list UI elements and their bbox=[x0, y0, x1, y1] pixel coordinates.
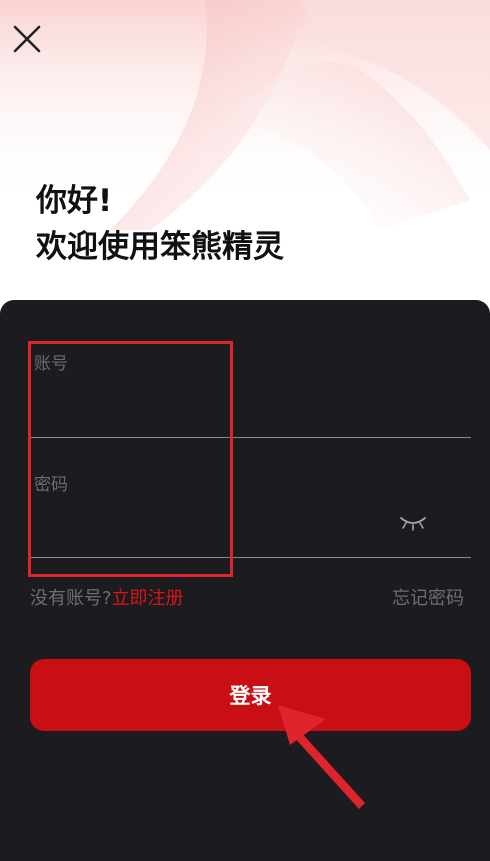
register-link[interactable]: 立即注册 bbox=[112, 588, 184, 609]
greeting: 你好! 欢迎使用笨熊精灵 bbox=[36, 178, 284, 270]
eye-closed-icon[interactable] bbox=[398, 514, 428, 534]
login-panel: 账号 密码 没有账号?立即注册 忘记密码 登录 bbox=[0, 300, 490, 861]
header-area: 你好! 欢迎使用笨熊精灵 bbox=[0, 0, 490, 320]
account-label: 账号 bbox=[34, 354, 68, 374]
forgot-password-link[interactable]: 忘记密码 bbox=[392, 584, 464, 610]
greeting-hello: 你好! bbox=[36, 183, 113, 219]
decorative-background bbox=[0, 0, 490, 231]
password-divider bbox=[30, 557, 471, 558]
no-account-text: 没有账号? bbox=[30, 588, 112, 609]
no-account-row: 没有账号?立即注册 bbox=[30, 584, 184, 610]
account-divider bbox=[30, 437, 471, 438]
close-icon[interactable] bbox=[8, 20, 46, 58]
account-input[interactable] bbox=[30, 388, 478, 424]
arrow-icon bbox=[278, 705, 365, 809]
password-input[interactable] bbox=[30, 509, 398, 545]
login-button[interactable]: 登录 bbox=[30, 659, 471, 731]
password-label: 密码 bbox=[34, 475, 68, 495]
greeting-welcome: 欢迎使用笨熊精灵 bbox=[36, 229, 284, 265]
